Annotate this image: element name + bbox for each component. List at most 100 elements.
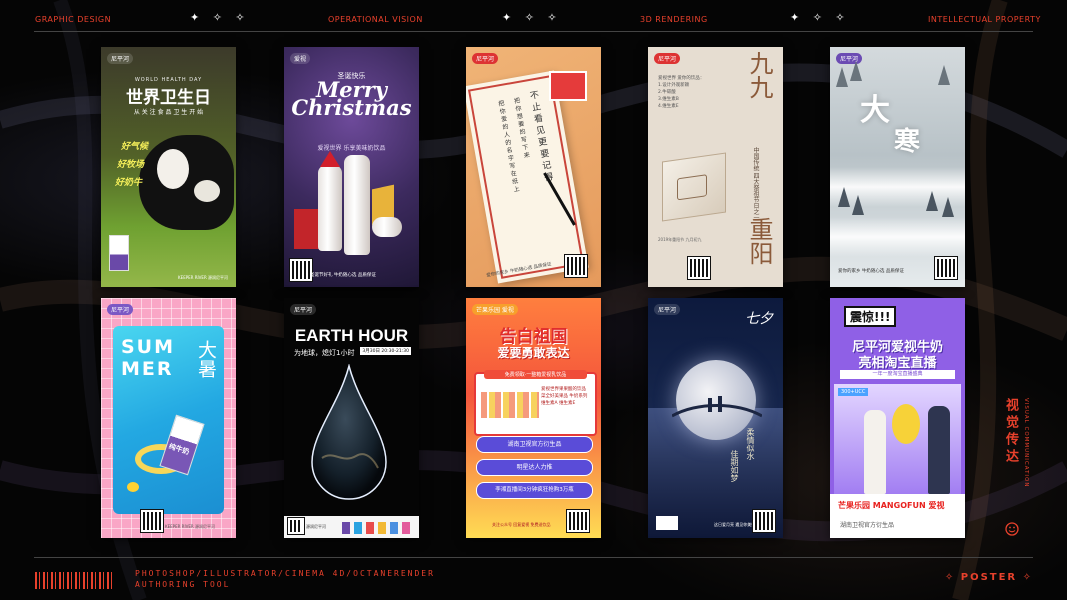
- vertical-caption: 中国传统 四大祭祖节日之一: [752, 147, 759, 221]
- poster-note: 2019年重阳节 九月初九: [658, 237, 702, 242]
- water-drop-earth: [311, 364, 387, 500]
- offer-line: 爱视世界果果酸的饮品: [541, 387, 586, 392]
- poster-earth-hour[interactable]: 尼平河 EARTH HOUR 为地球，熄灯1小时 3月30日 20:30-21:…: [284, 298, 419, 538]
- product-mini: [390, 522, 398, 534]
- qr-code: [687, 256, 711, 280]
- brand-logo: 爱视: [290, 53, 311, 64]
- category-intellectual-property: INTELLECTUAL PROPERTY: [928, 15, 1041, 24]
- poster-subtitle: 爱要勇敢表达: [497, 346, 570, 360]
- tools-list: PHOTOSHOP/ILLUSTRATOR/CINEMA 4D/OCTANERE…: [135, 569, 435, 578]
- title-dashu: 大暑: [195, 340, 217, 378]
- top-divider: [34, 31, 1033, 32]
- qr-code: [566, 509, 590, 533]
- poster-title: 世界卫生日: [126, 88, 211, 108]
- badge: 300+UCC: [838, 388, 869, 396]
- tag-climate: 好气候: [121, 142, 149, 152]
- category-3d-rendering: 3D RENDERING: [640, 15, 708, 24]
- bottom-bar: PHOTOSHOP/ILLUSTRATOR/CINEMA 4D/OCTANERE…: [0, 556, 1067, 600]
- poster-note: 这日爱月亮 遇见你美好: [714, 522, 756, 527]
- poster-footer: KEEPER RIVER 源润尼平河: [178, 275, 228, 280]
- title-big-1: 大: [860, 93, 890, 128]
- qr-code: [140, 509, 164, 533]
- offer-card: 免费领取·一整箱爱视乳饮品 爱视世界果果酸的饮品 菜全好美果品 牛奶系列 维生素…: [474, 370, 597, 436]
- barcode-graphic: [35, 572, 115, 589]
- feature-list: 爱视世界 爱你的饮品： 1.设计外观新颖 2.牛碳酸 3.维生素B 4.维生素E: [658, 75, 704, 110]
- milk-gift-box: [549, 71, 587, 101]
- qr-code: [752, 509, 776, 533]
- visual-communication-cn: 视觉传达: [1003, 398, 1018, 466]
- paper-frame: [467, 75, 585, 279]
- qr-code: [289, 258, 313, 282]
- category-operational-vision: OPERATIONAL VISION: [328, 15, 423, 24]
- poster-summer[interactable]: 尼平河 SUM MER 大暑 纯牛奶 KEEPER RIVER 源润尼平河: [101, 298, 236, 538]
- event-band: 一年一度淘宝直播盛典: [840, 370, 955, 379]
- poster-footer: 源润尼平河: [306, 524, 326, 529]
- offer-text: 爱视世界果果酸的饮品 菜全好美果品 牛奶系列 维生素A 维生素E: [541, 386, 591, 407]
- poster-letter[interactable]: 尼平河 不 止 看 见 更 要 记 得 把 你 想 要 的 写 下 来 把 你 …: [466, 47, 601, 287]
- host-figure: [928, 406, 950, 494]
- product-mini: [402, 522, 410, 534]
- milk-bottle: [344, 155, 370, 255]
- milk-bottle-lying: [372, 217, 402, 237]
- tree: [838, 187, 850, 207]
- product-box: [656, 516, 678, 530]
- vertical-phrase-2: 佳期如梦: [730, 450, 739, 482]
- poster-double-ninth[interactable]: 尼平河 九九 爱视世界 爱你的饮品： 1.设计外观新颖 2.牛碳酸 3.维生素B…: [648, 47, 783, 287]
- tree: [852, 195, 864, 215]
- offer-header: 免费领取·一整箱爱视乳饮品: [484, 370, 587, 379]
- title-bottom: 重阳: [745, 217, 773, 265]
- brand-subtitle: 湖南卫视官方衍生品: [840, 522, 895, 529]
- poster-qixi[interactable]: 尼平河 七夕 柔情似水 佳期如梦 这日爱月亮 遇见你美好: [648, 298, 783, 538]
- poster-title: Merry Christmas: [284, 79, 419, 120]
- shock-label: 震惊!!!: [844, 306, 897, 327]
- cow-image: [139, 135, 234, 230]
- brand-logo: 尼平河: [107, 304, 134, 315]
- rubber-duck-icon: [127, 482, 139, 492]
- product-bottles: [481, 392, 539, 418]
- brand-logo: 尼平河: [654, 304, 681, 315]
- offer-line: 维生素A 维生素E: [541, 401, 576, 406]
- poster-note: 圣诞节好礼 牛奶随心选 品质保证: [310, 273, 376, 278]
- poster-world-health-day[interactable]: 尼平河 WORLD HEALTH DAY 世界卫生日 从 关 注 食 品 卫 生…: [101, 47, 236, 287]
- product-strip: 源润尼平河: [284, 516, 419, 538]
- mascot: [892, 404, 920, 444]
- title-line-2: Christmas: [291, 95, 412, 120]
- smiley-icon: [1005, 522, 1019, 536]
- poster-love-motherland[interactable]: 芒果乐园 爱视 告白祖国 爱要勇敢表达 免费领取·一整箱爱视乳饮品 爱视世界果果…: [466, 298, 601, 538]
- poster-title: 七夕: [745, 311, 773, 327]
- letter-paper: 不 止 看 见 更 要 记 得 把 你 想 要 的 写 下 来 把 你 爱 的 …: [466, 70, 589, 284]
- feature-pill: 明星达人力推: [476, 459, 593, 476]
- poster-major-cold[interactable]: 尼平河 大 寒 爱你的家乡 牛奶随心选 品质保证: [830, 47, 965, 287]
- qr-code: [564, 254, 588, 278]
- list-line: 3.维生素B: [658, 97, 679, 102]
- sparkle-icons: ✦ ✧ ✧: [502, 11, 562, 24]
- title-top: 九九: [745, 51, 773, 99]
- tree: [850, 61, 862, 81]
- feature-pill: 李湘直播间3分钟疯狂抢购3万瓶: [476, 482, 593, 499]
- host-figure: [864, 410, 886, 494]
- summer-text-2: MER: [121, 358, 174, 380]
- poster-tag: ✧ POSTER ✧: [944, 572, 1033, 583]
- brand-logo: 尼平河: [654, 53, 681, 64]
- summer-text-1: SUM: [121, 336, 176, 358]
- poster-taobao-live[interactable]: 震惊!!! 尼平河爱视牛奶 亮相淘宝直播 一年一度淘宝直播盛典 300+UCC …: [830, 298, 965, 538]
- list-line: 2.牛碳酸: [658, 90, 676, 95]
- tree: [938, 65, 950, 85]
- qr-code: [287, 517, 305, 535]
- carton-label: 纯牛奶: [167, 442, 191, 457]
- poster-merry-christmas[interactable]: 爱视 圣诞快乐 Merry Christmas 爱视世界 乐享美味奶饮品 圣诞节…: [284, 47, 419, 287]
- list-line: 4.维生素E: [658, 104, 679, 109]
- fog: [830, 217, 965, 257]
- tag-pasture: 好牧场: [117, 160, 145, 170]
- poster-subtitle: 为地球，熄灯1小时: [294, 349, 355, 357]
- brand-logo: 芒果乐园 爱视: [472, 304, 518, 315]
- category-graphic-design: GRAPHIC DESIGN: [35, 15, 112, 24]
- wooden-crate: [662, 152, 726, 222]
- poster-note: 关注公众号 回复爱视 免费送饮品: [492, 522, 551, 527]
- tree: [926, 191, 938, 211]
- authoring-tools: PHOTOSHOP/ILLUSTRATOR/CINEMA 4D/OCTANERE…: [135, 568, 435, 590]
- milk-bottle: [318, 165, 342, 251]
- side-label: 视觉传达 VISUAL COMMUNICATION: [1001, 398, 1041, 538]
- tree: [836, 67, 848, 87]
- product-mini: [366, 522, 374, 534]
